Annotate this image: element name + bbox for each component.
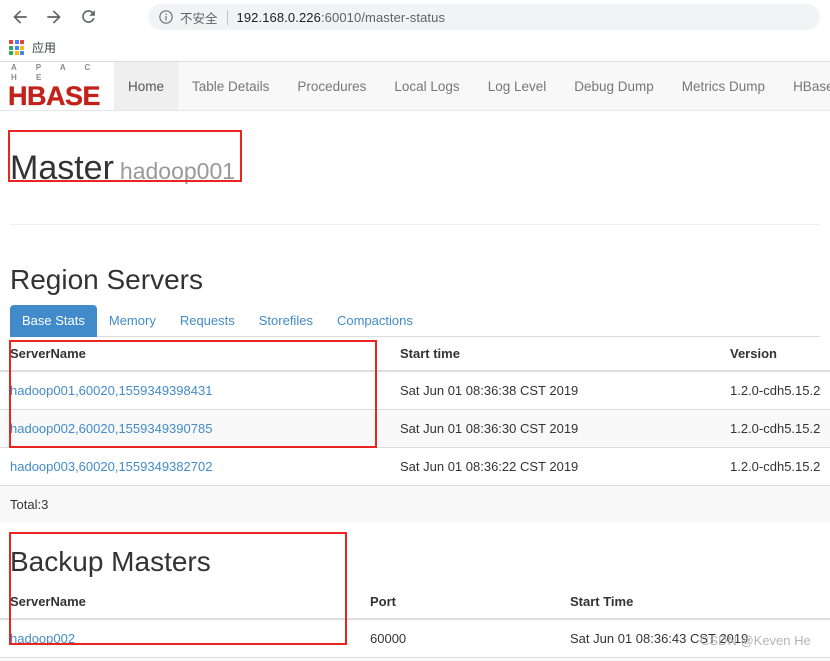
arrow-left-icon [10,7,30,27]
column-header-bm-port[interactable]: Port [360,585,560,619]
cell-total: Total:3 [0,485,390,523]
reload-button[interactable] [74,3,102,31]
table-row: hadoop001,60020,1559349398431 Sat Jun 01… [0,371,830,410]
logo-apache-text: A P A C H E [8,63,100,83]
spacer [0,225,830,263]
cell-servername: hadoop001,60020,1559349398431 [0,371,390,410]
region-servers-table: ServerName Start time Version hadoop001,… [0,337,830,523]
cell-bm-blank-2 [360,657,560,661]
region-servers-title: Region Servers [10,263,830,297]
nav-item-hbase[interactable]: HBase [779,62,830,110]
link-regionserver[interactable]: hadoop001,60020,1559349398431 [10,383,212,398]
cell-version: 1.2.0-cdh5.15.2 [720,371,830,410]
link-regionserver[interactable]: hadoop002,60020,1559349390785 [10,421,212,436]
url-text: 192.168.0.226:60010/master-status [237,10,446,25]
cell-total-blank-2 [720,485,830,523]
table-total-row: Total:3 [0,485,830,523]
cell-servername: hadoop002,60020,1559349390785 [0,409,390,447]
apps-grid-icon [9,40,24,55]
page-title: Masterhadoop001 [10,134,820,201]
nav-item-local-logs[interactable]: Local Logs [380,62,473,110]
url-host: 192.168.0.226 [237,10,321,25]
cell-bm-blank-1 [0,657,360,661]
nav-item-procedures[interactable]: Procedures [283,62,380,110]
cell-servername: hadoop003,60020,1559349382702 [0,447,390,485]
back-button[interactable] [6,3,34,31]
cell-version: 1.2.0-cdh5.15.2 [720,447,830,485]
url-path: :60010/master-status [321,10,445,25]
table-row-partial [0,657,830,661]
column-header-bm-servername[interactable]: ServerName [0,585,360,619]
hbase-navbar: A P A C H E HBASE Home Table Details Pro… [0,62,830,111]
tab-compactions[interactable]: Compactions [325,305,425,337]
column-header-version[interactable]: Version [720,337,830,371]
forward-button[interactable] [40,3,68,31]
browser-chrome: 不安全 192.168.0.226:60010/master-status 应用 [0,0,830,62]
table-row: hadoop002,60020,1559349390785 Sat Jun 01… [0,409,830,447]
security-status-label: 不安全 [180,8,218,27]
nav-item-log-level[interactable]: Log Level [474,62,561,110]
master-title-text: Master [10,149,114,187]
column-header-servername[interactable]: ServerName [0,337,390,371]
backup-masters-title: Backup Masters [10,545,830,579]
nav-item-table-details[interactable]: Table Details [178,62,283,110]
cell-start-time: Sat Jun 01 08:36:38 CST 2019 [390,371,720,410]
cell-start-time: Sat Jun 01 08:36:22 CST 2019 [390,447,720,485]
bookmarks-bar: 应用 [0,33,830,62]
link-regionserver[interactable]: hadoop003,60020,1559349382702 [10,459,212,474]
table-header-row: ServerName Port Start Time [0,585,830,619]
arrow-right-icon [44,7,64,27]
cell-version: 1.2.0-cdh5.15.2 [720,409,830,447]
table-row: hadoop003,60020,1559349382702 Sat Jun 01… [0,447,830,485]
table-header-row: ServerName Start time Version [0,337,830,371]
cell-total-blank [390,485,720,523]
backup-masters-table: ServerName Port Start Time hadoop002 600… [0,585,830,661]
column-header-start-time[interactable]: Start time [390,337,720,371]
tab-requests[interactable]: Requests [168,305,247,337]
address-bar[interactable]: 不安全 192.168.0.226:60010/master-status [148,4,820,30]
region-servers-tabs: Base Stats Memory Requests Storefiles Co… [10,303,820,337]
bookmark-label-apps: 应用 [32,39,56,56]
watermark: CSDN @Keven He [700,633,811,648]
nav-item-home[interactable]: Home [114,62,178,110]
master-hostname: hadoop001 [120,158,235,184]
master-header-section: Masterhadoop001 [10,134,820,225]
tab-storefiles[interactable]: Storefiles [247,305,325,337]
reload-icon [79,7,98,26]
cell-bm-port: 60000 [360,619,560,658]
nav-item-metrics-dump[interactable]: Metrics Dump [668,62,779,110]
nav-item-debug-dump[interactable]: Debug Dump [560,62,668,110]
cell-bm-blank-3 [560,657,830,661]
master-divider [10,224,820,225]
page-content: A P A C H E HBASE Home Table Details Pro… [0,62,830,661]
tab-base-stats[interactable]: Base Stats [10,305,97,337]
link-backup-master[interactable]: hadoop002 [10,631,75,646]
column-header-bm-start-time[interactable]: Start Time [560,585,830,619]
info-circle-icon[interactable] [158,9,174,25]
bookmark-item-apps[interactable]: 应用 [9,39,56,56]
cell-bm-servername: hadoop002 [0,619,360,658]
hbase-logo[interactable]: A P A C H E HBASE [0,62,114,110]
spacer-2 [0,523,830,545]
logo-hbase-text: HBASE [8,83,100,109]
omnibox-divider [227,10,228,25]
tab-memory[interactable]: Memory [97,305,168,337]
browser-toolbar: 不安全 192.168.0.226:60010/master-status [0,0,830,33]
cell-start-time: Sat Jun 01 08:36:30 CST 2019 [390,409,720,447]
